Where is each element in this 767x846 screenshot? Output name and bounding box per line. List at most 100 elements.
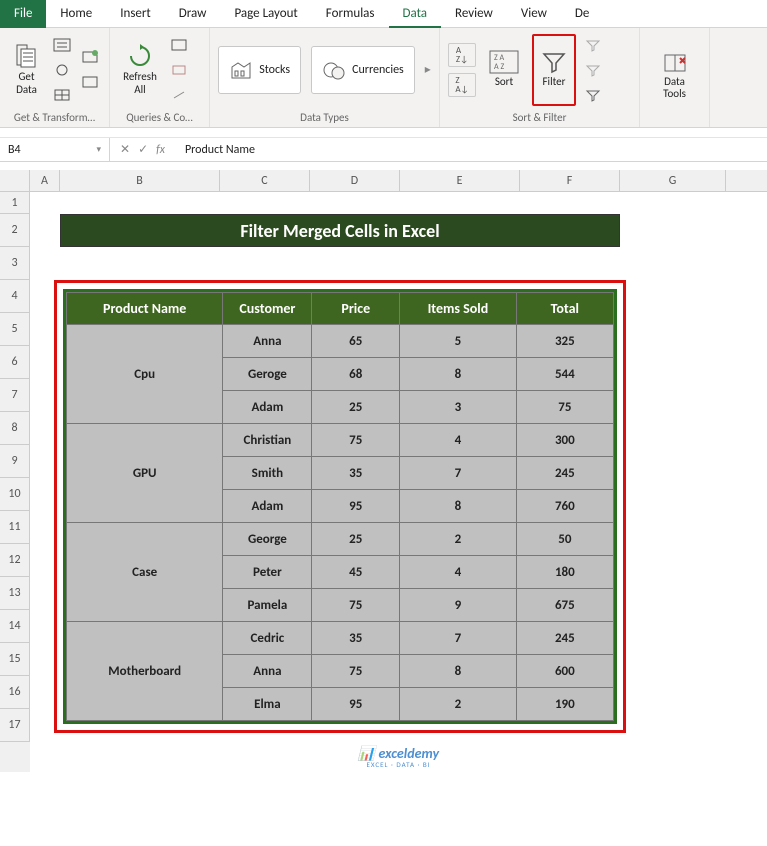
row-header[interactable]: 5	[0, 313, 30, 346]
properties-icon[interactable]	[168, 59, 190, 81]
row-header[interactable]: 14	[0, 610, 30, 643]
chevron-down-icon[interactable]: ▾	[96, 144, 101, 155]
cell-customer[interactable]: Peter	[223, 556, 312, 589]
tab-insert[interactable]: Insert	[106, 0, 165, 28]
tab-page-layout[interactable]: Page Layout	[220, 0, 311, 28]
row-header[interactable]: 13	[0, 577, 30, 610]
cell-total[interactable]: 600	[516, 655, 613, 688]
cell-total[interactable]: 50	[516, 523, 613, 556]
formula-input[interactable]: Product Name	[175, 143, 767, 157]
recent-sources-icon[interactable]	[79, 46, 101, 68]
currencies-button[interactable]: Currencies	[311, 46, 415, 94]
cell-customer[interactable]: Adam	[223, 490, 312, 523]
tab-view[interactable]: View	[507, 0, 561, 28]
cancel-icon[interactable]: ✕	[120, 142, 130, 157]
cell-items[interactable]: 7	[400, 457, 517, 490]
cell-customer[interactable]: Anna	[223, 325, 312, 358]
clear-filter-icon[interactable]	[582, 34, 604, 56]
cell-items[interactable]: 3	[400, 391, 517, 424]
fx-icon[interactable]: fx	[156, 143, 165, 157]
row-header[interactable]: 15	[0, 643, 30, 676]
cell-items[interactable]: 8	[400, 490, 517, 523]
col-header-C[interactable]: C	[220, 170, 310, 191]
cell-total[interactable]: 245	[516, 622, 613, 655]
cell-items[interactable]: 2	[400, 523, 517, 556]
from-table-icon[interactable]	[51, 84, 73, 106]
refresh-all-button[interactable]: Refresh All	[118, 34, 162, 106]
cell-price[interactable]: 35	[312, 622, 400, 655]
data-types-nav-icon[interactable]: ▸	[425, 62, 431, 77]
cell-items[interactable]: 8	[400, 655, 517, 688]
row-header[interactable]: 3	[0, 247, 30, 280]
select-all-triangle[interactable]	[0, 170, 30, 191]
row-header[interactable]: 10	[0, 478, 30, 511]
cell-total[interactable]: 544	[516, 358, 613, 391]
cell-customer[interactable]: George	[223, 523, 312, 556]
cell-items[interactable]: 2	[400, 688, 517, 721]
cell-total[interactable]: 675	[516, 589, 613, 622]
cell-items[interactable]: 9	[400, 589, 517, 622]
th-customer[interactable]: Customer	[223, 293, 312, 325]
th-product[interactable]: Product Name	[67, 293, 223, 325]
tab-more[interactable]: De	[561, 0, 603, 28]
row-header[interactable]: 4	[0, 280, 30, 313]
cell-total[interactable]: 760	[516, 490, 613, 523]
get-data-button[interactable]: Get Data	[8, 34, 45, 106]
cell-customer[interactable]: Pamela	[223, 589, 312, 622]
cell-product[interactable]: GPU	[67, 424, 223, 523]
cell-customer[interactable]: Geroge	[223, 358, 312, 391]
row-header[interactable]: 17	[0, 709, 30, 742]
cell-total[interactable]: 190	[516, 688, 613, 721]
th-total[interactable]: Total	[516, 293, 613, 325]
cell-customer[interactable]: Christian	[223, 424, 312, 457]
cell-price[interactable]: 45	[312, 556, 400, 589]
cell-price[interactable]: 95	[312, 688, 400, 721]
name-box[interactable]: B4 ▾	[0, 138, 110, 161]
row-header[interactable]: 7	[0, 379, 30, 412]
cell-total[interactable]: 245	[516, 457, 613, 490]
cell-price[interactable]: 35	[312, 457, 400, 490]
cell-total[interactable]: 325	[516, 325, 613, 358]
from-web-icon[interactable]	[51, 59, 73, 81]
filter-button[interactable]: Filter	[532, 34, 576, 106]
cell-items[interactable]: 5	[400, 325, 517, 358]
tab-formulas[interactable]: Formulas	[312, 0, 389, 28]
advanced-filter-icon[interactable]	[582, 84, 604, 106]
row-header[interactable]: 12	[0, 544, 30, 577]
cell-price[interactable]: 68	[312, 358, 400, 391]
sort-asc-button[interactable]: AZ↓	[448, 43, 476, 67]
col-header-E[interactable]: E	[400, 170, 520, 191]
cell-product[interactable]: Motherboard	[67, 622, 223, 721]
cell-price[interactable]: 75	[312, 589, 400, 622]
worksheet-area[interactable]: Filter Merged Cells in Excel Product Nam…	[30, 192, 767, 772]
cell-items[interactable]: 4	[400, 424, 517, 457]
cell-price[interactable]: 25	[312, 391, 400, 424]
cell-customer[interactable]: Smith	[223, 457, 312, 490]
row-header[interactable]: 6	[0, 346, 30, 379]
cell-total[interactable]: 75	[516, 391, 613, 424]
col-header-B[interactable]: B	[60, 170, 220, 191]
data-tools-button[interactable]: Data Tools	[653, 40, 697, 112]
row-header[interactable]: 9	[0, 445, 30, 478]
row-header[interactable]: 2	[0, 214, 30, 247]
col-header-G[interactable]: G	[620, 170, 726, 191]
row-header[interactable]: 16	[0, 676, 30, 709]
cell-customer[interactable]: Anna	[223, 655, 312, 688]
th-price[interactable]: Price	[312, 293, 400, 325]
queries-connections-icon[interactable]	[168, 34, 190, 56]
cell-items[interactable]: 8	[400, 358, 517, 391]
cell-product[interactable]: Cpu	[67, 325, 223, 424]
cell-customer[interactable]: Adam	[223, 391, 312, 424]
tab-file[interactable]: File	[0, 0, 46, 28]
tab-home[interactable]: Home	[46, 0, 106, 28]
cell-total[interactable]: 180	[516, 556, 613, 589]
cell-price[interactable]: 95	[312, 490, 400, 523]
cell-items[interactable]: 4	[400, 556, 517, 589]
reapply-icon[interactable]	[582, 59, 604, 81]
cell-total[interactable]: 300	[516, 424, 613, 457]
from-text-icon[interactable]	[51, 34, 73, 56]
col-header-D[interactable]: D	[310, 170, 400, 191]
cell-customer[interactable]: Elma	[223, 688, 312, 721]
cell-price[interactable]: 25	[312, 523, 400, 556]
edit-links-icon[interactable]	[168, 84, 190, 106]
